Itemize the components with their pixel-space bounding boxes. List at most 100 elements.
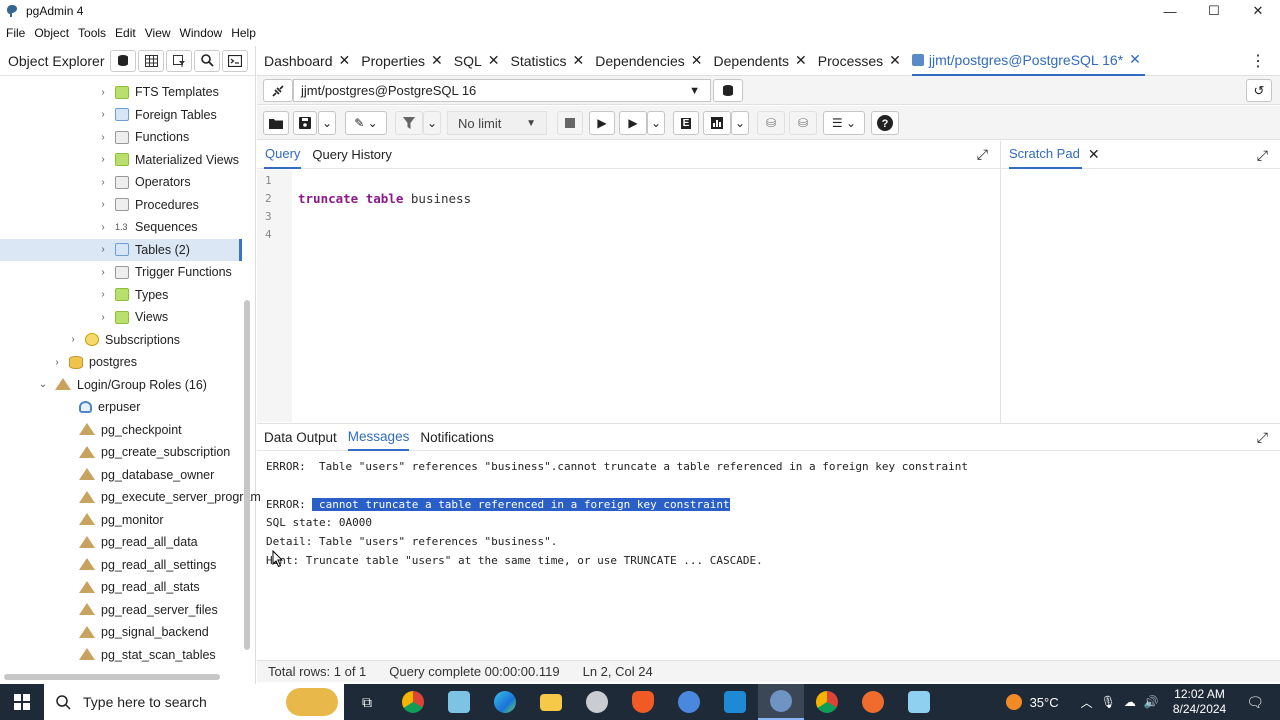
tree-item[interactable]: pg_stat_scan_tables <box>0 644 242 667</box>
tab-sql[interactable]: SQL ✕ <box>454 46 504 76</box>
start-button[interactable] <box>0 684 44 720</box>
execute-dropdown-button[interactable]: ⌄ <box>647 111 665 135</box>
psql-tool-button[interactable] <box>222 49 248 72</box>
tree-item[interactable]: pg_read_all_data <box>0 531 242 554</box>
code-line[interactable] <box>298 172 471 190</box>
explain-analyze-button[interactable] <box>703 111 731 135</box>
close-icon[interactable]: ✕ <box>573 52 585 69</box>
connection-select[interactable]: jjmt/postgres@PostgreSQL 16 ▼ <box>293 79 711 102</box>
chevron-right-icon[interactable]: › <box>98 222 108 233</box>
menu-view[interactable]: View <box>145 26 171 40</box>
close-icon[interactable]: ✕ <box>691 52 703 69</box>
rollback-button[interactable]: ⛁ <box>789 111 817 135</box>
open-file-button[interactable] <box>263 111 289 135</box>
weather-icon[interactable] <box>1005 694 1022 710</box>
tab-notifications[interactable]: Notifications <box>420 424 494 451</box>
tree-item[interactable]: › Trigger Functions <box>0 261 242 284</box>
sql-editor[interactable]: truncate table business <box>298 172 471 245</box>
search-objects-button[interactable] <box>194 49 220 72</box>
chevron-right-icon[interactable]: › <box>98 244 108 255</box>
chevron-right-icon[interactable]: › <box>98 154 108 165</box>
chevron-right-icon[interactable]: › <box>98 177 108 188</box>
close-icon[interactable]: ✕ <box>339 52 351 69</box>
tree-item[interactable]: › FTS Templates <box>0 81 242 104</box>
tree-item[interactable]: erpuser <box>0 396 242 419</box>
save-file-button[interactable] <box>293 111 317 135</box>
tree-vertical-scrollbar[interactable] <box>244 300 250 650</box>
taskbar-edge[interactable] <box>482 684 528 720</box>
close-icon[interactable]: ✕ <box>1129 51 1141 68</box>
expand-icon[interactable]: ⤢ <box>1257 429 1268 446</box>
chevron-right-icon[interactable]: › <box>52 357 62 368</box>
maximize-button[interactable]: ☐ <box>1192 0 1236 22</box>
execute-options-button[interactable]: ▶ <box>619 111 647 135</box>
taskbar-file-explorer[interactable] <box>528 684 574 720</box>
filter-dropdown-button[interactable]: ⌄ <box>423 111 441 135</box>
chevron-right-icon[interactable]: › <box>98 289 108 300</box>
tree-item[interactable]: pg_monitor <box>0 509 242 532</box>
temperature[interactable]: 35°C <box>1030 695 1059 710</box>
taskbar-postman[interactable] <box>850 684 896 720</box>
task-view-button[interactable]: ⧉ <box>344 684 390 720</box>
chevron-right-icon[interactable]: › <box>98 109 108 120</box>
taskbar-app-11[interactable] <box>896 684 942 720</box>
minimize-button[interactable]: — <box>1148 0 1192 22</box>
commit-button[interactable]: ⛁ <box>757 111 785 135</box>
taskbar-app-5[interactable] <box>574 684 620 720</box>
tab-statistics[interactable]: Statistics ✕ <box>511 46 589 76</box>
edit-menu-button[interactable]: ✎ ⌄ <box>345 111 387 135</box>
tree-item[interactable]: pg_read_all_settings <box>0 554 242 577</box>
close-icon[interactable]: ✕ <box>431 52 443 69</box>
tab-messages[interactable]: Messages <box>347 424 410 451</box>
chevron-right-icon[interactable]: › <box>98 267 108 278</box>
tree-item[interactable]: pg_read_server_files <box>0 599 242 622</box>
tree-item[interactable]: pg_signal_backend <box>0 621 242 644</box>
close-window-button[interactable]: ✕ <box>1236 0 1280 22</box>
taskbar-pgadmin[interactable] <box>758 684 804 720</box>
menu-object[interactable]: Object <box>34 26 69 40</box>
taskbar-vscode[interactable] <box>712 684 758 720</box>
menu-file[interactable]: File <box>6 26 25 40</box>
tree-item[interactable]: › Materialized Views <box>0 149 242 172</box>
menu-edit[interactable]: Edit <box>115 26 136 40</box>
tree-item[interactable]: pg_read_all_stats <box>0 576 242 599</box>
close-icon[interactable]: ✕ <box>889 52 901 69</box>
macros-button[interactable]: ☰ ⌄ <box>823 111 865 135</box>
save-dropdown-button[interactable]: ⌄ <box>318 111 336 135</box>
close-icon[interactable]: ✕ <box>795 52 807 69</box>
tree-item[interactable]: › Views <box>0 306 242 329</box>
tree-item[interactable]: › Operators <box>0 171 242 194</box>
view-data-button[interactable] <box>138 49 164 72</box>
code-line[interactable]: truncate table business <box>298 190 471 208</box>
tab-properties[interactable]: Properties ✕ <box>361 46 447 76</box>
volume-icon[interactable]: 🔊 <box>1144 695 1159 709</box>
tab-data-output[interactable]: Data Output <box>264 424 337 451</box>
taskbar-chrome-2[interactable] <box>804 684 850 720</box>
connection-status-button[interactable] <box>263 79 293 102</box>
tab-query[interactable]: Query <box>264 141 302 169</box>
scratch-pad-tab[interactable]: Scratch Pad <box>1009 141 1082 169</box>
taskbar-notepad[interactable] <box>436 684 482 720</box>
tree-item[interactable]: › postgres <box>0 351 242 374</box>
expand-icon[interactable]: ⤢ <box>1257 147 1268 164</box>
tree-item[interactable]: › Foreign Tables <box>0 104 242 127</box>
new-connection-button[interactable] <box>713 79 743 102</box>
tab-dashboard[interactable]: Dashboard ✕ <box>264 46 354 76</box>
row-limit-select[interactable]: No limit ▼ <box>447 111 547 135</box>
chevron-up-icon[interactable]: ︿ <box>1081 694 1093 711</box>
more-options-icon[interactable]: ⋮ <box>1250 51 1266 71</box>
tree-horizontal-scrollbar[interactable] <box>4 674 220 680</box>
expand-icon[interactable]: ⤢ <box>977 146 988 163</box>
tree-item[interactable]: › 1.3 Sequences <box>0 216 242 239</box>
chevron-right-icon[interactable]: › <box>98 132 108 143</box>
chevron-right-icon[interactable]: › <box>98 199 108 210</box>
chevron-right-icon[interactable]: › <box>98 312 108 323</box>
tree-item[interactable]: › Procedures <box>0 194 242 217</box>
help-button[interactable]: ? <box>871 111 899 135</box>
tree-item[interactable]: ⌄ Login/Group Roles (16) <box>0 374 242 397</box>
tab-dependents[interactable]: Dependents ✕ <box>714 46 811 76</box>
taskbar-app-7[interactable] <box>666 684 712 720</box>
chevron-right-icon[interactable]: › <box>68 334 78 345</box>
tree-item[interactable]: pg_execute_server_program <box>0 486 261 509</box>
taskbar-brave[interactable] <box>620 684 666 720</box>
